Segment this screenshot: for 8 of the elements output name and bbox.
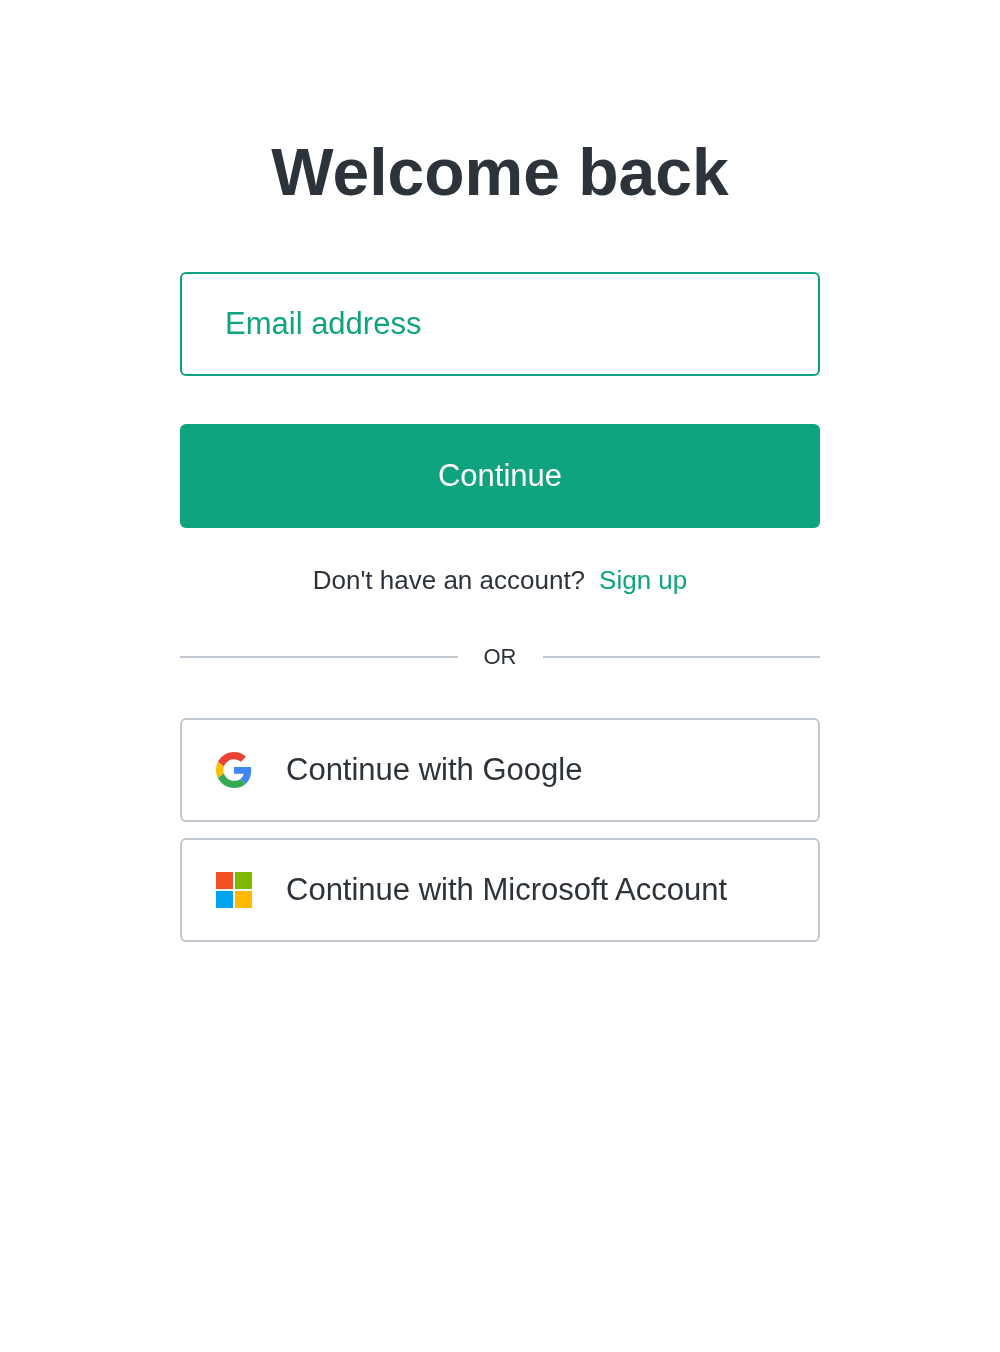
- social-login-button[interactable]: Continue with Microsoft Account: [180, 838, 820, 942]
- social-login-button[interactable]: Continue with Google: [180, 718, 820, 822]
- four-squares-logo-icon: [216, 872, 252, 908]
- email-field[interactable]: Email address: [180, 272, 820, 376]
- divider-label: OR: [483, 643, 517, 671]
- signup-prompt-text: Don't have an account?: [312, 564, 586, 597]
- google-logo-icon: [216, 752, 252, 788]
- page-heading: Welcome back: [270, 134, 730, 211]
